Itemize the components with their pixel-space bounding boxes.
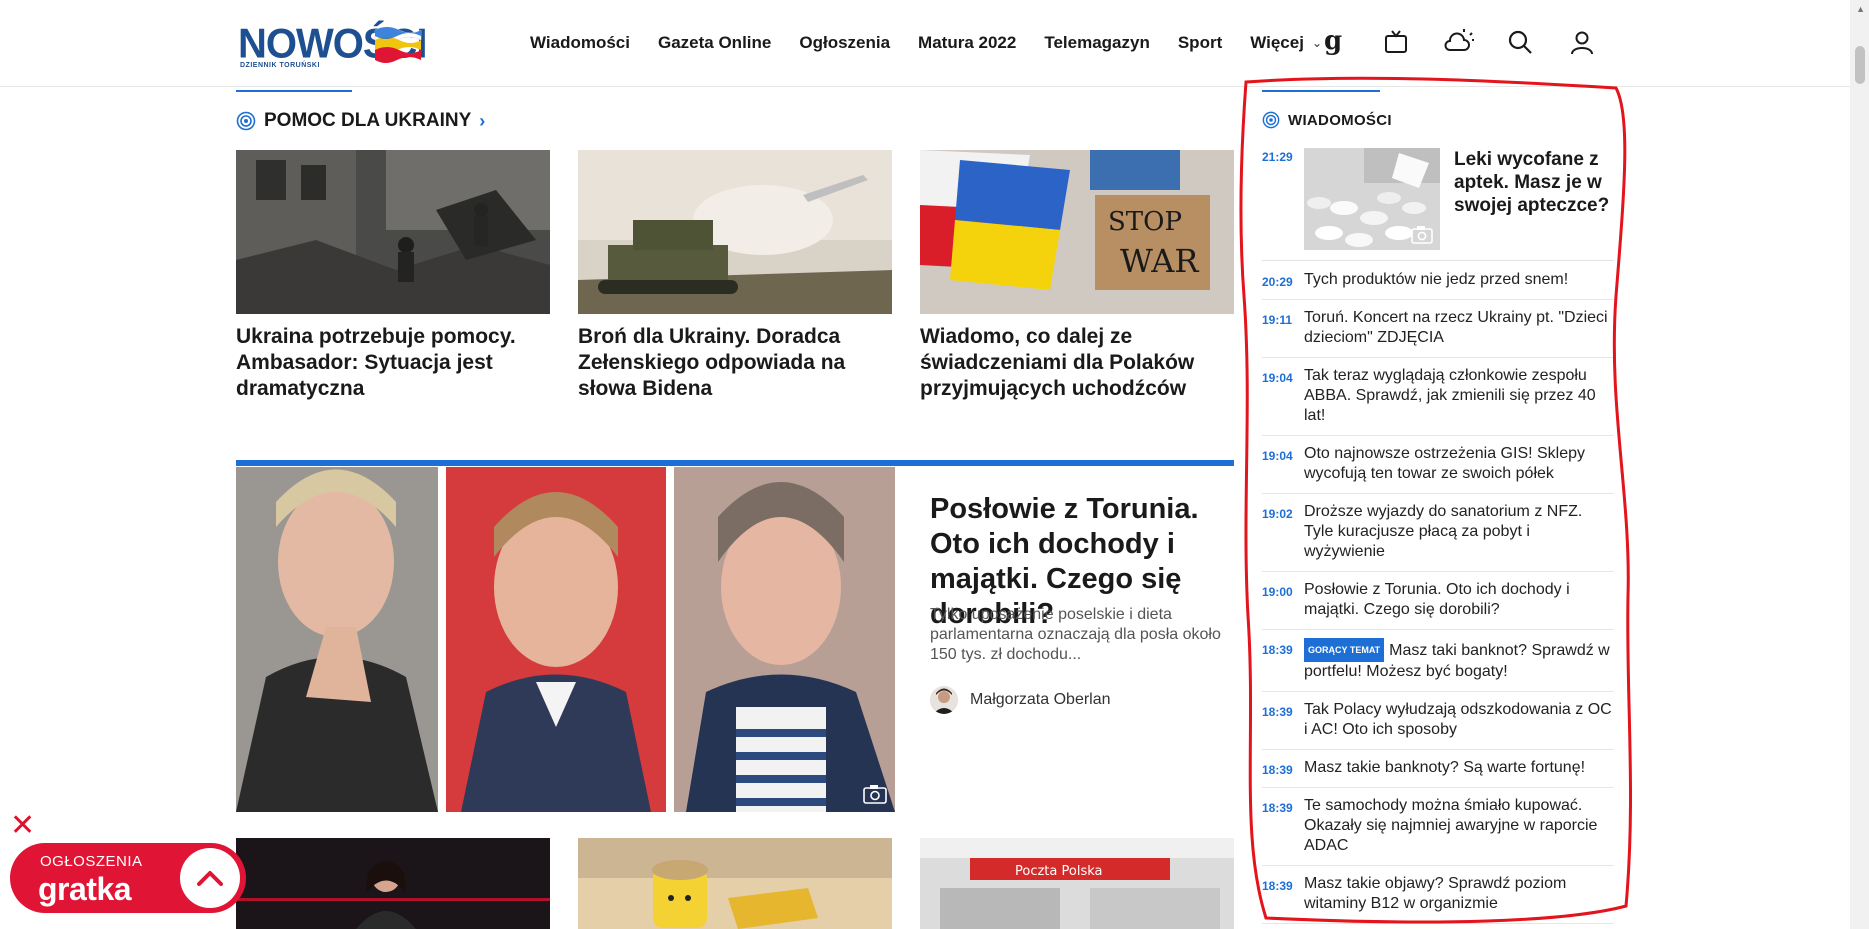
news-title[interactable]: Tak teraz wyglądają członkowie zespołu A… [1304, 367, 1596, 424]
target-icon [236, 111, 256, 131]
article-image[interactable] [236, 150, 550, 314]
news-time: 18:39 [1262, 763, 1293, 777]
news-thumbnail[interactable] [1304, 148, 1440, 250]
nav-more-button[interactable]: Więcej ⌄ [1250, 30, 1322, 56]
news-title[interactable]: Masz takie banknoty? Są warte fortunę! [1304, 759, 1585, 776]
article-image[interactable]: Poczta Polska [920, 838, 1234, 929]
list-item[interactable]: 19:11 Toruń. Koncert na rzecz Ukrainy pt… [1262, 300, 1614, 358]
ad-expand-button[interactable] [180, 848, 240, 908]
svg-text:STOP: STOP [1108, 207, 1182, 237]
svg-text:WAR: WAR [1120, 242, 1199, 280]
article-image[interactable] [578, 150, 892, 314]
list-item[interactable]: 19:00 Posłowie z Torunia. Oto ich dochod… [1262, 572, 1614, 630]
gratka-ad-widget[interactable]: OGŁOSZENIA gratka [10, 843, 246, 913]
feature-image[interactable] [236, 467, 895, 812]
list-item[interactable]: 20:29 Tych produktów nie jedz przed snem… [1262, 262, 1614, 300]
list-item[interactable]: 18:39 Masz takie banknoty? Są warte fort… [1262, 750, 1614, 788]
nav-item-sport[interactable]: Sport [1178, 30, 1222, 56]
news-title[interactable]: Oto najnowsze ostrzeżenia GIS! Sklepy wy… [1304, 445, 1585, 482]
news-time: 19:04 [1262, 449, 1293, 463]
nav-more-label: Więcej [1250, 33, 1304, 52]
weather-icon[interactable] [1442, 24, 1474, 60]
article-card[interactable]: STOP WAR Wiadomo, co dalej ze świadczeni… [920, 150, 1234, 402]
main-nav: Wiadomości Gazeta Online Ogłoszenia Matu… [530, 30, 1350, 56]
feature-lead: Tylko uposażenie poselskie i dieta parla… [930, 606, 1221, 663]
section-title: POMOC DLA UKRAINY [264, 110, 472, 131]
ad-brand: gratka [38, 871, 132, 907]
logo-subtitle: DZIENNIK TORUŃSKI [240, 62, 320, 69]
news-title[interactable]: Tych produktów nie jedz przed snem! [1304, 271, 1568, 288]
list-item[interactable]: 18:39 Te samochody można śmiało kupować.… [1262, 788, 1614, 866]
tv-icon[interactable] [1380, 24, 1412, 60]
g-logo-icon[interactable]: g [1318, 24, 1350, 60]
news-time: 18:39 [1262, 801, 1293, 815]
article-title[interactable]: Broń dla Ukrainy. Doradca Zełenskiego od… [578, 324, 892, 402]
list-item[interactable]: 18:39 Masz takie objawy? Sprawdź poziom … [1262, 866, 1614, 924]
news-title[interactable]: Droższe wyjazdy do sanatorium z NFZ. Tyl… [1304, 503, 1582, 560]
article-image[interactable] [236, 838, 550, 929]
search-icon[interactable] [1504, 24, 1536, 60]
section-underline [236, 90, 352, 92]
chevron-up-icon [197, 871, 223, 886]
list-item[interactable]: 18:39 GORĄCY TEMAT Masz taki banknot? Spr… [1262, 630, 1614, 692]
avatar [930, 686, 958, 714]
hot-topic-badge: GORĄCY TEMAT [1304, 638, 1385, 662]
news-title[interactable]: Leki wycofane z aptek. Masz je w swojej … [1454, 148, 1614, 217]
article-card[interactable]: Ukraina potrzebuje pomocy. Ambasador: Sy… [236, 150, 550, 402]
list-item[interactable]: 19:02 Droższe wyjazdy do sanatorium z NF… [1262, 494, 1614, 572]
news-time: 18:39 [1262, 879, 1293, 893]
nav-item-matura[interactable]: Matura 2022 [918, 30, 1016, 56]
scroll-up-icon[interactable]: ▲ [1856, 4, 1865, 14]
ad-label: OGŁOSZENIA [40, 853, 143, 870]
close-icon[interactable]: ✕ [10, 811, 35, 841]
news-title[interactable]: Te samochody można śmiało kupować. Okaza… [1304, 797, 1597, 854]
list-item[interactable]: 19:04 Tak teraz wyglądają członkowie zes… [1262, 358, 1614, 436]
article-title[interactable]: Wiadomo, co dalej ze świadczeniami dla P… [920, 324, 1234, 402]
news-time: 19:11 [1262, 313, 1293, 327]
sidebar-header[interactable]: WIADOMOŚCI [1262, 111, 1392, 129]
news-time: 18:39 [1262, 643, 1293, 657]
svg-text:g: g [1324, 27, 1342, 56]
scroll-thumb[interactable] [1855, 46, 1865, 84]
chevron-right-icon: › [479, 110, 486, 131]
article-image[interactable]: STOP WAR [920, 150, 1234, 314]
news-time: 19:02 [1262, 507, 1293, 521]
target-icon [1262, 111, 1280, 129]
sidebar-top-story[interactable]: 21:29 Leki wycofane z aptek. Masz je w s… [1262, 148, 1614, 261]
news-title[interactable]: Toruń. Koncert na rzecz Ukrainy pt. "Dzi… [1304, 309, 1608, 346]
news-list: 20:29 Tych produktów nie jedz przed snem… [1262, 262, 1614, 924]
article-title[interactable]: Ukraina potrzebuje pomocy. Ambasador: Sy… [236, 324, 550, 402]
feature-accent-bar [236, 460, 1234, 466]
author[interactable]: Małgorzata Oberlan [930, 686, 1111, 714]
svg-text:Poczta Polska: Poczta Polska [1015, 864, 1102, 879]
news-time: 20:29 [1262, 275, 1293, 289]
site-logo[interactable]: NOWOŚCI DZIENNIK TORUŃSKI [238, 21, 428, 72]
section-header[interactable]: POMOC DLA UKRAINY › [236, 110, 485, 132]
page-scrollbar[interactable]: ▲ [1850, 0, 1869, 929]
user-icon[interactable] [1566, 24, 1598, 60]
header-icons: g [1318, 24, 1598, 60]
sidebar-title: WIADOMOŚCI [1288, 111, 1392, 129]
news-title[interactable]: Masz takie objawy? Sprawdź poziom witami… [1304, 875, 1566, 912]
news-title[interactable]: Posłowie z Torunia. Oto ich dochody i ma… [1304, 581, 1570, 618]
nav-item-telemagazyn[interactable]: Telemagazyn [1044, 30, 1150, 56]
site-header: NOWOŚCI DZIENNIK TORUŃSKI Wiadomości Gaz… [0, 0, 1850, 87]
news-time: 19:04 [1262, 371, 1293, 385]
news-time: 21:29 [1262, 150, 1293, 164]
nav-item-gazeta-online[interactable]: Gazeta Online [658, 30, 771, 56]
author-name: Małgorzata Oberlan [970, 691, 1111, 708]
article-card[interactable]: Broń dla Ukrainy. Doradca Zełenskiego od… [578, 150, 892, 402]
nav-item-wiadomosci[interactable]: Wiadomości [530, 30, 630, 56]
nav-item-ogloszenia[interactable]: Ogłoszenia [799, 30, 890, 56]
list-item[interactable]: 19:04 Oto najnowsze ostrzeżenia GIS! Skl… [1262, 436, 1614, 494]
news-time: 19:00 [1262, 585, 1293, 599]
sidebar-underline [1262, 90, 1380, 92]
article-image[interactable] [578, 838, 892, 929]
news-title[interactable]: Tak Polacy wyłudzają odszkodowania z OC … [1304, 701, 1612, 738]
news-time: 18:39 [1262, 705, 1293, 719]
list-item[interactable]: 18:39 Tak Polacy wyłudzają odszkodowania… [1262, 692, 1614, 750]
flag-icon [374, 26, 422, 63]
